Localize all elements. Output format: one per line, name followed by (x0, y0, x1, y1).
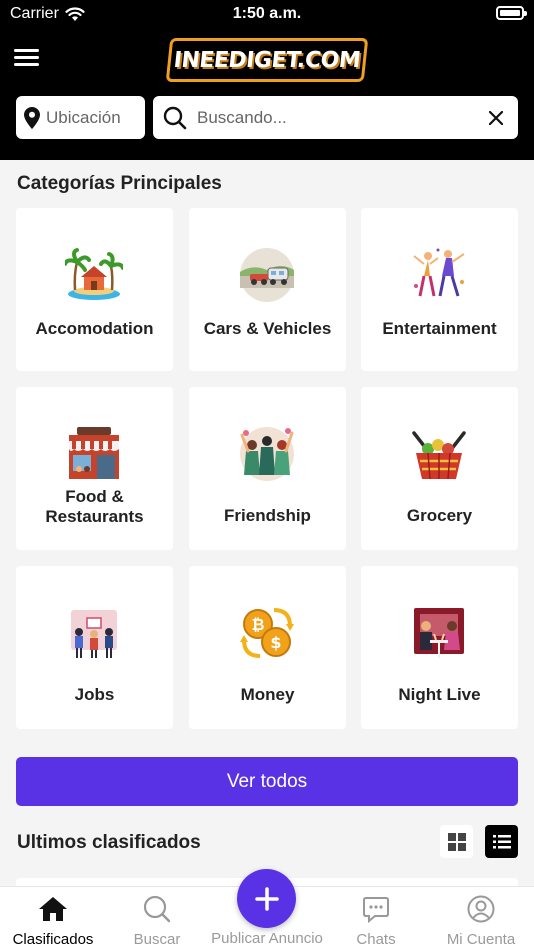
category-label: Jobs (74, 685, 115, 704)
list-icon (492, 834, 511, 848)
nav-buscar[interactable]: Buscar (104, 887, 210, 950)
menu-button[interactable] (14, 49, 39, 67)
category-card-night-live[interactable]: Night Live (361, 566, 518, 729)
grid-icon (447, 832, 466, 851)
publish-ad-button[interactable] (237, 869, 296, 928)
location-pin-icon (24, 106, 40, 129)
search-icon (163, 106, 187, 129)
workers-icon (71, 610, 117, 658)
nav-mi-cuenta[interactable]: Mi Cuenta (428, 887, 534, 950)
search-bar[interactable] (153, 96, 518, 139)
plus-icon (254, 886, 279, 911)
car-trailer-icon (240, 248, 294, 302)
menu-bar-top (14, 49, 39, 52)
nav-chats[interactable]: Chats (323, 887, 429, 950)
nav-clasificados[interactable]: Clasificados (0, 887, 106, 950)
location-label: Ubicación (46, 107, 121, 127)
menu-bar-bottom (14, 63, 39, 66)
nav-label: Buscar (133, 931, 181, 948)
category-card-money[interactable]: ₿ $ Money (189, 566, 346, 729)
home-icon (39, 897, 67, 921)
status-bar: Carrier 1:50 a.m. (0, 0, 534, 30)
svg-text:₿: ₿ (251, 615, 264, 634)
logo-text: INEEDIGET.COM (172, 47, 362, 73)
category-card-accomodation[interactable]: Accomodation (16, 208, 173, 371)
coffee-shop-icon (69, 427, 119, 479)
chat-bubble-icon (363, 897, 389, 923)
search-icon (143, 895, 171, 923)
category-label: Entertainment (382, 319, 497, 338)
grid-view-button[interactable] (440, 825, 473, 858)
nightlife-couple-icon (414, 608, 464, 658)
category-label: Friendship (224, 506, 311, 525)
nav-label: Publicar Anuncio (211, 930, 323, 947)
category-card-food-restaurants[interactable]: Food & Restaurants (16, 387, 173, 550)
category-label: Cars & Vehicles (203, 319, 332, 338)
latest-title: Ultimos clasificados (17, 832, 201, 853)
dancers-icon (413, 248, 465, 297)
clear-search-button[interactable] (486, 108, 506, 128)
search-input[interactable] (197, 107, 476, 128)
see-all-button[interactable]: Ver todos (16, 757, 518, 806)
beach-house-icon (65, 248, 123, 300)
nav-label: Mi Cuenta (446, 931, 516, 948)
battery-icon (496, 6, 527, 20)
category-label: Grocery (406, 506, 473, 525)
category-label: Food & Restaurants (16, 487, 173, 527)
category-card-grocery[interactable]: Grocery (361, 387, 518, 550)
app-header: Carrier 1:50 a.m. INEEDIGET.COM Ubicació… (0, 0, 534, 160)
category-card-cars-vehicles[interactable]: Cars & Vehicles (189, 208, 346, 371)
category-card-jobs[interactable]: Jobs (16, 566, 173, 729)
grocery-basket-icon (412, 431, 466, 480)
brand-logo[interactable]: INEEDIGET.COM (165, 38, 369, 82)
coins-exchange-icon: ₿ $ (240, 608, 294, 658)
location-selector[interactable]: Ubicación (16, 96, 145, 139)
category-label: Night Live (398, 685, 481, 704)
menu-bar-middle (14, 56, 39, 59)
category-label: Accomodation (35, 319, 154, 338)
nav-label: Chats (356, 931, 396, 948)
category-card-entertainment[interactable]: Entertainment (361, 208, 518, 371)
user-circle-icon (467, 895, 495, 923)
close-icon (489, 110, 503, 125)
category-card-friendship[interactable]: Friendship (189, 387, 346, 550)
category-label: Money (240, 685, 295, 704)
clock: 1:50 a.m. (232, 5, 302, 22)
categories-title: Categorías Principales (17, 173, 222, 194)
nav-label: Clasificados (12, 931, 94, 948)
friends-group-icon (240, 427, 294, 481)
svg-text:$: $ (270, 633, 281, 652)
list-view-button[interactable] (485, 825, 518, 858)
category-label-line: Food & Restaurants (45, 487, 144, 526)
